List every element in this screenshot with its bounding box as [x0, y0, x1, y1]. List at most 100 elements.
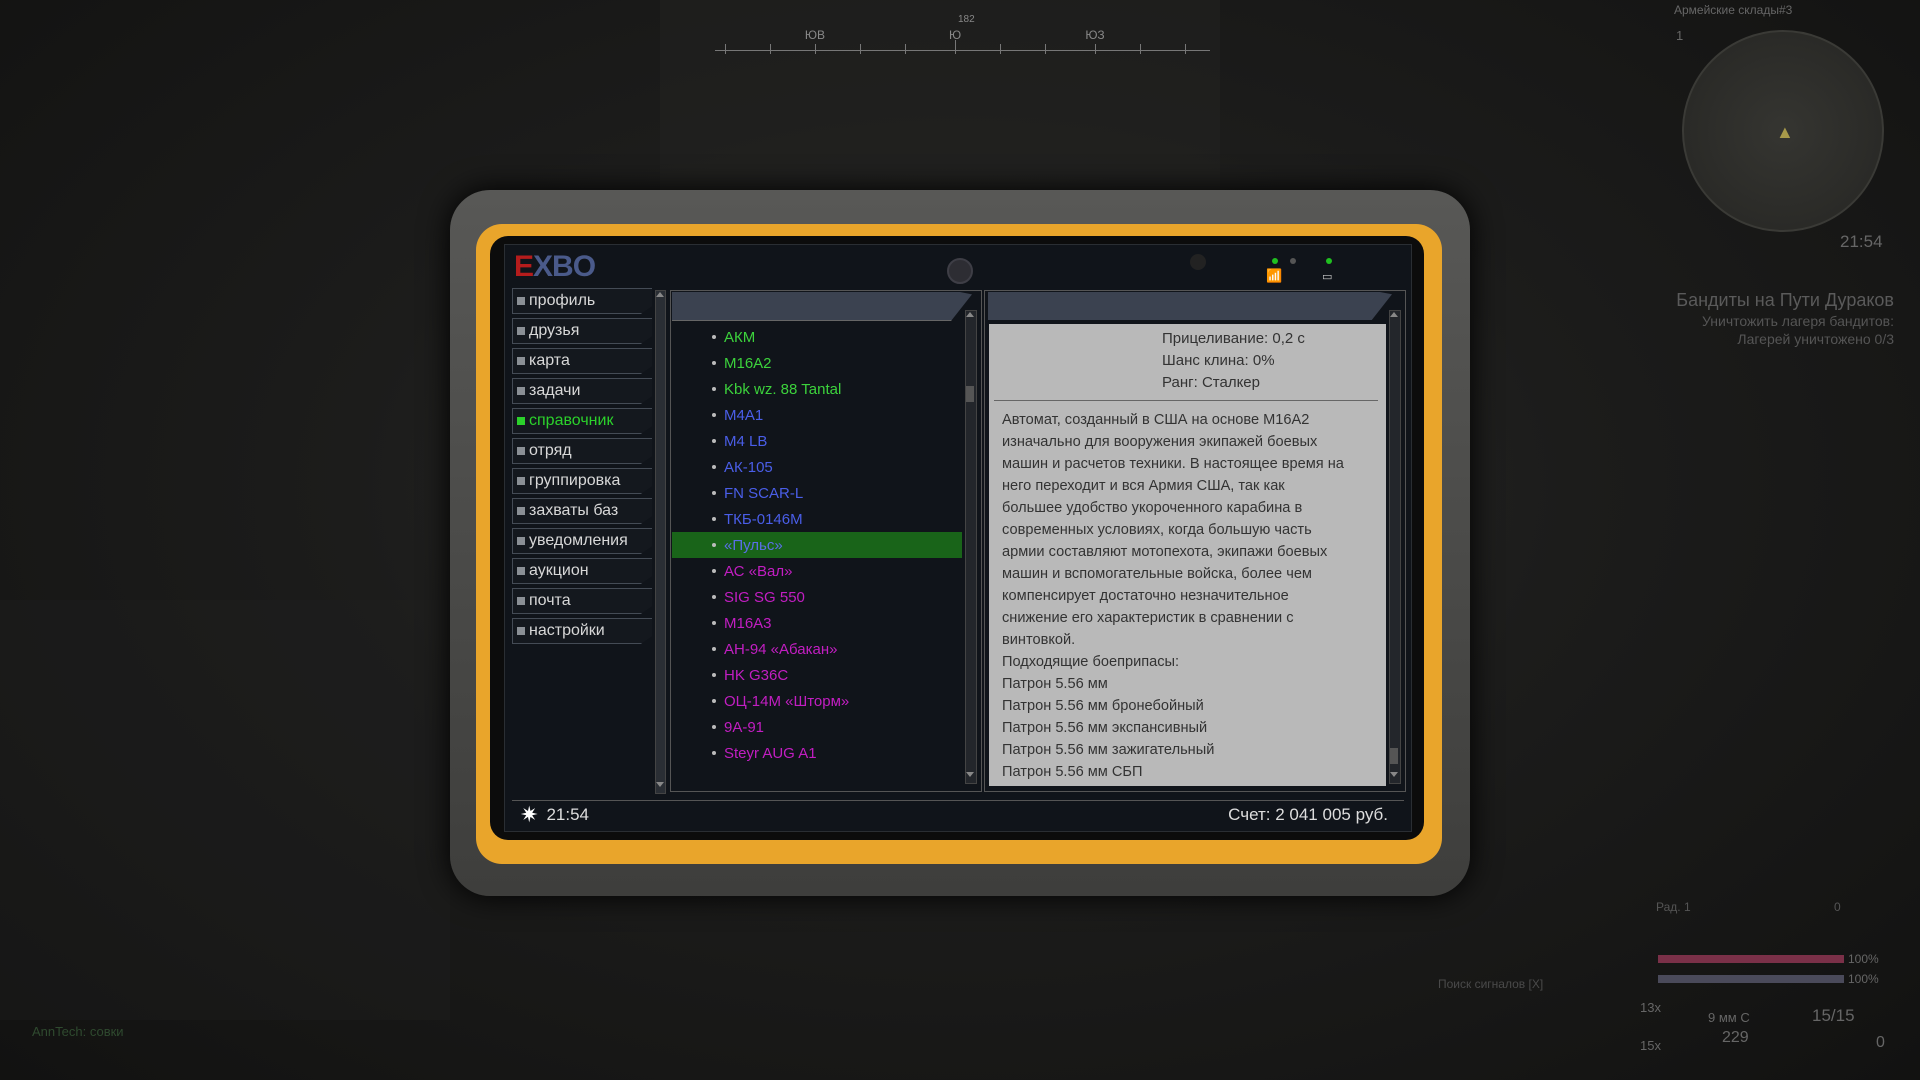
- bullet-icon: [712, 621, 716, 625]
- bullet-icon: [712, 387, 716, 391]
- pda-footer: ✷ 21:54 Счет: 2 041 005 руб.: [512, 800, 1404, 829]
- weapon-detail: Прицеливание: 0,2 с Шанс клина: 0% Ранг: С…: [989, 324, 1386, 786]
- sidebar-item-label: профиль: [529, 292, 596, 309]
- bullet-icon: [712, 699, 716, 703]
- weapon-description-line: снижение его характеристик в сравнении с: [1002, 610, 1294, 626]
- weapon-stat-line: Ранг: Сталкер: [1162, 374, 1260, 391]
- square-icon: [517, 417, 525, 425]
- bullet-icon: [712, 595, 716, 599]
- exbo-logo: EXBO: [514, 250, 596, 283]
- weapon-list: АКМ M16A2 Kbk wz. 88 Tantal M4A1 M4 LB АК-105…: [672, 324, 962, 766]
- compass-tick: [1185, 44, 1186, 54]
- magazine-count: 15/15: [1812, 1006, 1855, 1025]
- quest-tracker: Бандиты на Пути Дураков Уничтожить лагер…: [1676, 290, 1894, 347]
- weapon-name: ТКБ-0146М: [724, 510, 803, 528]
- weapon-name: FN SCAR-L: [724, 484, 804, 502]
- weapon-list-item[interactable]: ОЦ-14М «Шторм»: [672, 688, 962, 714]
- sidebar-item[interactable]: карта: [512, 348, 652, 374]
- weapon-stats: Прицеливание: 0,2 с Шанс клина: 0% Ранг: С…: [989, 324, 1386, 394]
- weapon-list-item[interactable]: АС «Вал»: [672, 558, 962, 584]
- weapon-description-line: винтовкой.: [1002, 632, 1076, 648]
- weapon-list-item[interactable]: M16A2: [672, 350, 962, 376]
- weapon-list-item[interactable]: M16A3: [672, 610, 962, 636]
- weapon-list-item[interactable]: HK G36C: [672, 662, 962, 688]
- scroll-up-icon[interactable]: [656, 292, 664, 297]
- weapon-list-item[interactable]: M4A1: [672, 402, 962, 428]
- stamina-percent: 100%: [1848, 972, 1879, 986]
- compass-tick: [955, 40, 956, 54]
- weapon-description-line: Патрон 5.56 мм бронебойный: [1002, 698, 1204, 714]
- sidebar-item[interactable]: задачи: [512, 378, 652, 404]
- weapon-list-item[interactable]: АН-94 «Абакан»: [672, 636, 962, 662]
- weapon-list-item[interactable]: M4 LB: [672, 428, 962, 454]
- sidebar-item[interactable]: почта: [512, 588, 652, 614]
- player-arrow-icon: ▲: [1776, 122, 1794, 142]
- bullet-icon: [712, 751, 716, 755]
- scroll-up-icon[interactable]: [966, 312, 974, 317]
- minimap[interactable]: ▲: [1682, 30, 1884, 232]
- square-icon: [517, 477, 525, 485]
- compass-tick: [725, 44, 726, 54]
- account-balance: Счет: 2 041 005 руб.: [1228, 805, 1388, 824]
- bullet-icon: [712, 361, 716, 365]
- detail-scrollbar[interactable]: [1389, 310, 1401, 784]
- compass-tick: [1095, 44, 1096, 54]
- sidebar-item-label: задачи: [529, 382, 581, 399]
- sidebar-scrollbar[interactable]: [655, 290, 666, 794]
- sidebar-item-label: группировка: [529, 472, 621, 489]
- sidebar-item[interactable]: профиль: [512, 288, 652, 314]
- scroll-up-icon[interactable]: [1390, 312, 1398, 317]
- item-count-a: 13x: [1640, 1000, 1661, 1015]
- sidebar-item[interactable]: друзья: [512, 318, 652, 344]
- signal-search-hint: Поиск сигналов [X]: [1438, 977, 1544, 991]
- weapon-description-line: компенсирует достаточно незначительное: [1002, 588, 1289, 604]
- weapon-stat-line: Прицеливание: 0,2 с: [1162, 330, 1305, 347]
- compass-tick: [770, 44, 771, 54]
- background-plank: [0, 600, 450, 1020]
- weapon-description-line: машин и вспомогательные войска, более че…: [1002, 566, 1312, 582]
- weapon-name: M16A3: [724, 614, 772, 632]
- sidebar-item[interactable]: отряд: [512, 438, 652, 464]
- weapon-list-item[interactable]: Kbk wz. 88 Tantal: [672, 376, 962, 402]
- weapon-list-header: [672, 292, 972, 321]
- weapon-list-item[interactable]: SIG SG 550: [672, 584, 962, 610]
- sidebar-item[interactable]: настройки: [512, 618, 652, 644]
- square-icon: [517, 447, 525, 455]
- weapon-name: ОЦ-14М «Шторм»: [724, 692, 850, 710]
- status-led-green: [1326, 258, 1332, 264]
- weapon-list-scroll-thumb[interactable]: [966, 386, 974, 402]
- weapon-name: Steyr AUG A1: [724, 744, 817, 762]
- weapon-name: АН-94 «Абакан»: [724, 640, 838, 658]
- bullet-icon: [712, 413, 716, 417]
- detail-scroll-thumb[interactable]: [1390, 748, 1398, 764]
- minimap-number: 1: [1676, 28, 1684, 43]
- scroll-down-icon[interactable]: [966, 772, 974, 777]
- weapon-list-scrollbar[interactable]: [965, 310, 977, 784]
- sidebar-item[interactable]: группировка: [512, 468, 652, 494]
- weapon-list-item[interactable]: АК-105: [672, 454, 962, 480]
- weapon-list-item[interactable]: Steyr AUG A1: [672, 740, 962, 766]
- weapon-name: M4 LB: [724, 432, 768, 450]
- scroll-down-icon[interactable]: [656, 782, 664, 787]
- scroll-down-icon[interactable]: [1390, 772, 1398, 777]
- minimap-location: Армейские склады#3: [1674, 3, 1793, 17]
- weapon-list-item[interactable]: ТКБ-0146М: [672, 506, 962, 532]
- sidebar-item-label: аукцион: [529, 562, 589, 579]
- sidebar-item[interactable]: захваты баз: [512, 498, 652, 524]
- battery-icon: ▭: [1322, 271, 1333, 283]
- sidebar-item[interactable]: уведомления: [512, 528, 652, 554]
- weapon-list-item[interactable]: «Пульс»: [672, 532, 962, 558]
- compass: 182 ЮВ Ю ЮЗ: [715, 8, 1210, 58]
- sidebar-item[interactable]: аукцион: [512, 558, 652, 584]
- sidebar-item-label: захваты баз: [529, 502, 619, 519]
- sensor-icon: [1190, 254, 1206, 270]
- weapon-list-item[interactable]: АКМ: [672, 324, 962, 350]
- bullet-icon: [712, 543, 716, 547]
- weapon-description-line: Подходящие боеприпасы:: [1002, 654, 1180, 670]
- weapon-list-item[interactable]: FN SCAR-L: [672, 480, 962, 506]
- stamina-bar: [1658, 975, 1844, 983]
- weapon-stat-line: Шанс клина: 0%: [1162, 352, 1275, 369]
- bullet-icon: [712, 465, 716, 469]
- sidebar-item[interactable]: справочник: [512, 408, 652, 434]
- weapon-list-item[interactable]: 9А-91: [672, 714, 962, 740]
